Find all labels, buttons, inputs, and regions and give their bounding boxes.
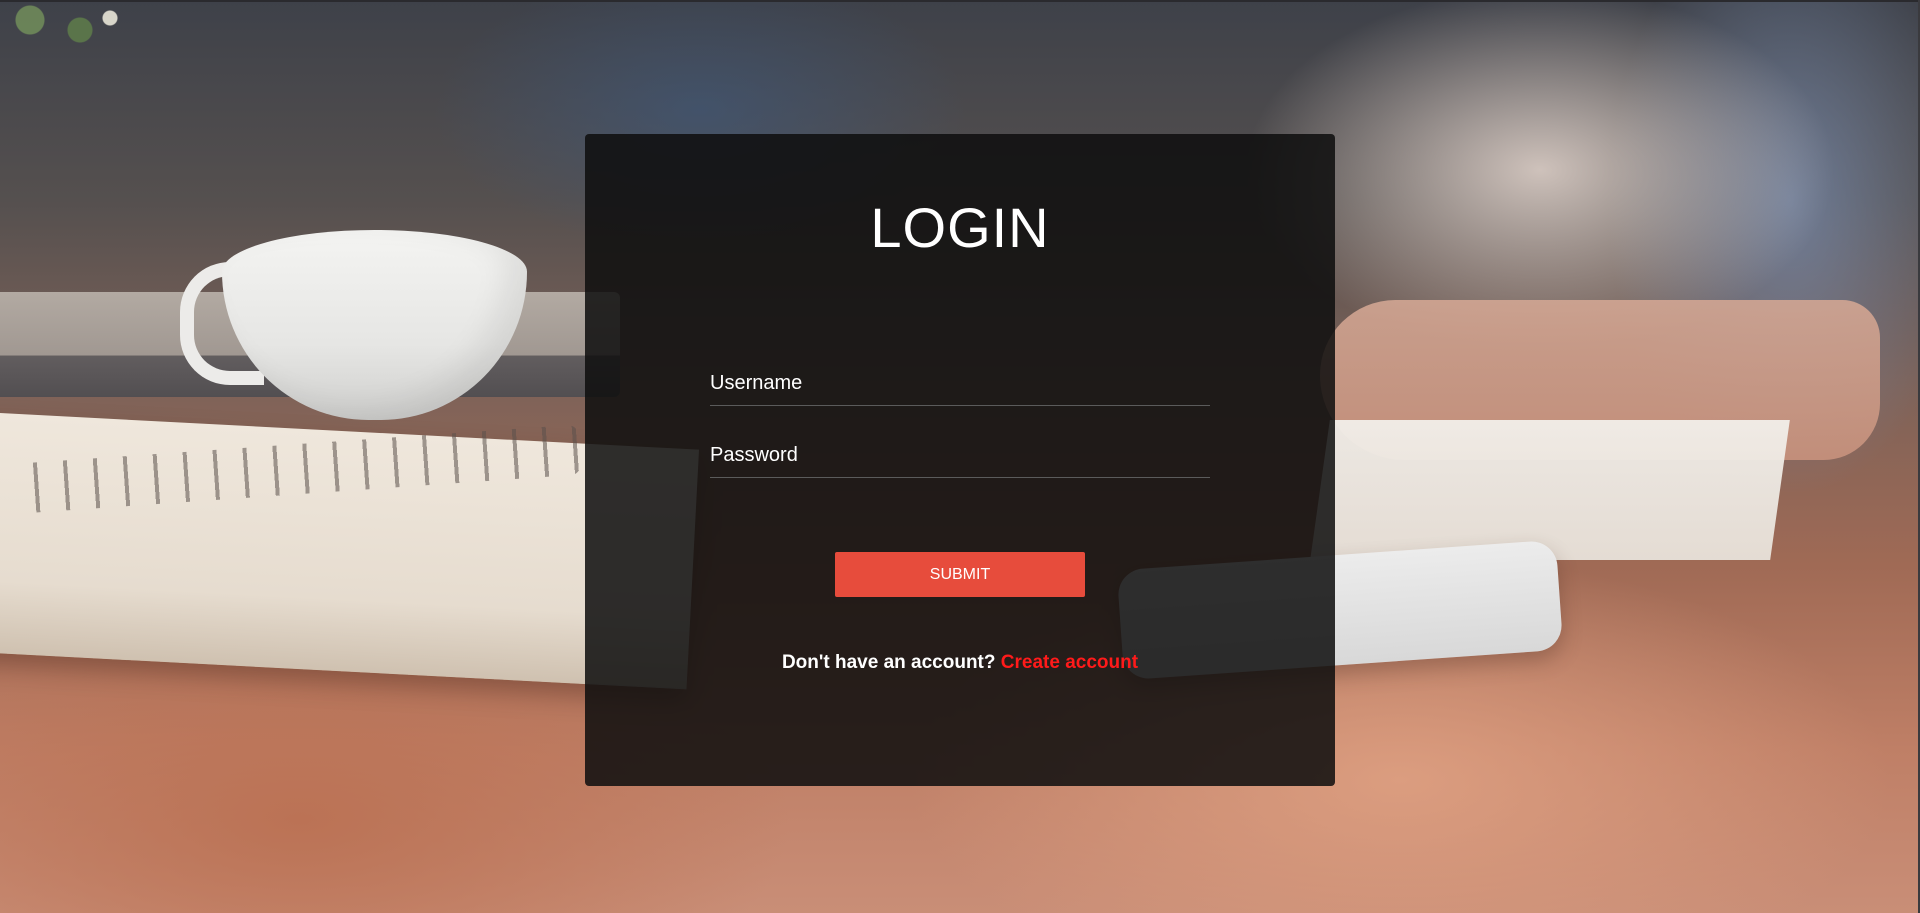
login-card: LOGIN SUBMIT Don't have an account? Crea… bbox=[585, 134, 1335, 786]
password-field bbox=[710, 434, 1210, 478]
page-background: LOGIN SUBMIT Don't have an account? Crea… bbox=[0, 0, 1920, 913]
username-field bbox=[710, 362, 1210, 406]
background-plant bbox=[0, 0, 130, 60]
create-account-link[interactable]: Create account bbox=[1001, 652, 1138, 673]
login-title: LOGIN bbox=[870, 196, 1050, 259]
window-top-border bbox=[0, 0, 1920, 2]
background-paper bbox=[1310, 420, 1790, 560]
username-input[interactable] bbox=[710, 362, 1210, 405]
password-input[interactable] bbox=[710, 434, 1210, 477]
signup-prompt-text: Don't have an account? bbox=[781, 652, 996, 673]
signup-prompt: Don't have an account? Create account bbox=[585, 652, 1335, 674]
submit-button[interactable]: SUBMIT bbox=[835, 552, 1085, 597]
